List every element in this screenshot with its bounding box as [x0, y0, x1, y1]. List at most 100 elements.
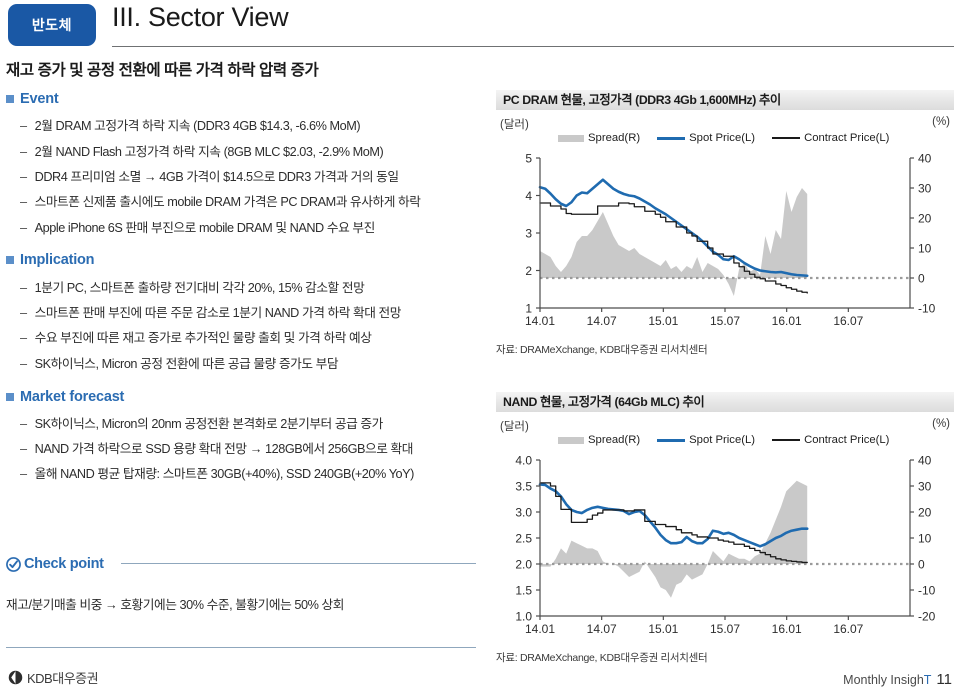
bullet-item: – Apple iPhone 6S 판매 부진으로 mobile DRAM 및 N…	[6, 215, 482, 240]
square-bullet-icon	[6, 95, 14, 103]
bullet-group: Event –2월 DRAM 고정가격 하락 지속 (DDR3 4GB $14.3…	[6, 91, 482, 240]
chart-title: NAND 현물, 고정가격 (64Gb MLC) 추이	[496, 392, 954, 412]
publication-accent: T	[923, 673, 932, 687]
chart-title: PC DRAM 현물, 고정가격 (DDR3 4Gb 1,600MHz) 추이	[496, 90, 954, 110]
sector-badge: 반도체	[8, 4, 96, 46]
bullet-item: – NAND 가격 하락으로 SSD 용량 확대 전망 → 128GB에서 256…	[6, 437, 482, 462]
chart-source: 자료: DRAMeXchange, KDB대우증권 리서치센터	[496, 344, 708, 356]
company-logo-text: KDB대우증권	[27, 671, 99, 686]
bullet-item-text: 2월 DRAM 고정가격 하락 지속 (DDR3 4GB $14.3, -6.6…	[34, 119, 361, 134]
check-point-text: 재고/분기매출 비중 → 호황기에는 30% 수준, 불황기에는 50% 상회	[6, 598, 344, 612]
bullet-item-text: 2월 NAND Flash 고정가격 하락 지속 (8GB MLC $2.03,…	[34, 144, 384, 159]
x-tick-label: 14.01	[525, 314, 555, 328]
dash-bullet-icon: –	[20, 306, 27, 321]
bullet-group-heading: Implication	[6, 252, 482, 268]
y2-tick-label: 30	[918, 182, 932, 196]
spread-area	[540, 480, 808, 598]
y2-tick-label: -10	[918, 302, 936, 316]
x-tick-label: 14.07	[587, 314, 617, 328]
headline: 재고 증가 및 공정 전환에 따른 가격 하락 압력 증가	[6, 62, 319, 79]
bullet-groups: Event –2월 DRAM 고정가격 하락 지속 (DDR3 4GB $14.3…	[6, 91, 482, 487]
x-tick-label: 15.01	[648, 314, 678, 328]
x-tick-label: 14.07	[587, 622, 617, 636]
chart-nand: NAND 현물, 고정가격 (64Gb MLC) 추이 (달러) (%) Spr…	[496, 392, 954, 665]
y2-tick-label: 10	[918, 532, 932, 546]
dash-bullet-icon: –	[20, 119, 27, 134]
x-tick-label: 16.07	[833, 622, 863, 636]
dash-bullet-icon: –	[20, 280, 27, 295]
square-bullet-icon	[6, 256, 14, 265]
bullet-item: – SK하이닉스, Micron의 20nm 공정전환 본격화로 2분기부터 공급…	[6, 412, 482, 437]
bullet-group-heading: Event	[6, 91, 482, 107]
y-tick-label: 2.0	[515, 558, 532, 572]
y2-tick-label: 40	[918, 454, 932, 468]
bullet-item: –2월 NAND Flash 고정가격 하락 지속 (8GB MLC $2.03…	[6, 139, 482, 164]
check-point-label: Check point	[24, 556, 104, 572]
bullet-item-text: Apple iPhone 6S 판매 부진으로 mobile DRAM 및 NA…	[34, 220, 376, 235]
page-footer: Monthly InsighT 11	[843, 671, 952, 688]
dash-bullet-icon: –	[20, 195, 27, 210]
bullet-item-text: NAND 가격 하락으로 SSD 용량 확대 전망 → 128GB에서 256G…	[34, 442, 414, 457]
bullet-item-text: 올해 NAND 평균 탑재량: 스마트폰 30GB(+40%), SSD 240…	[34, 467, 415, 482]
spread-area	[540, 188, 808, 296]
dash-bullet-icon: –	[20, 356, 27, 371]
page-title: III. Sector View	[112, 2, 289, 32]
bullet-item-text: 1분기 PC, 스마트폰 출하량 전기대비 각각 20%, 15% 감소할 전망	[34, 280, 365, 295]
check-point-header: Check point	[6, 556, 476, 572]
y2-tick-label: 0	[918, 272, 925, 286]
y-tick-label: 2.5	[515, 532, 532, 546]
y2-tick-label: 10	[918, 242, 932, 256]
slide-page: 반도체 III. Sector View 재고 증가 및 공정 전환에 따른 가…	[0, 0, 960, 694]
kdb-mark-icon	[8, 670, 23, 685]
check-point-bottom-rule	[6, 647, 476, 648]
x-tick-label: 15.01	[648, 622, 678, 636]
bullet-item: – 스마트폰 신제품 출시에도 mobile DRAM 가격은 PC DRAM과 …	[6, 190, 482, 215]
check-point-rule	[120, 562, 476, 564]
bullet-group-heading: Market forecast	[6, 389, 482, 405]
bullet-item-text: 스마트폰 판매 부진에 따른 주문 감소로 1분기 NAND 가격 하락 확대 …	[34, 306, 402, 321]
spot-price-line	[538, 483, 809, 548]
y2-tick-label: 30	[918, 480, 932, 494]
dash-bullet-icon: –	[20, 220, 27, 235]
company-logo: KDB대우증권	[8, 668, 99, 687]
check-point-section: Check point 재고/분기매출 비중 → 호황기에는 30% 수준, 불…	[6, 556, 476, 648]
bullet-group: Implication –1분기 PC, 스마트폰 출하량 전기대비 각각 20%…	[6, 252, 482, 376]
y-tick-label: 3.0	[515, 506, 532, 520]
bullet-item-text: SK하이닉스, Micron 공정 전환에 따른 공급 물량 증가도 부담	[34, 356, 339, 371]
bullet-item: – 올해 NAND 평균 탑재량: 스마트폰 30GB(+40%), SSD 24…	[6, 462, 482, 487]
bullet-item: – 스마트폰 판매 부진에 따른 주문 감소로 1분기 NAND 가격 하락 확대…	[6, 301, 482, 326]
chart-pc-dram: PC DRAM 현물, 고정가격 (DDR3 4Gb 1,600MHz) 추이 …	[496, 90, 954, 357]
dash-bullet-icon: –	[20, 442, 27, 457]
left-content-column: 재고 증가 및 공정 전환에 따른 가격 하락 압력 증가 Event –2월 D…	[6, 58, 482, 489]
x-tick-label: 15.07	[710, 314, 740, 328]
bullet-group-heading-label: Market forecast	[20, 388, 125, 405]
bullet-item: – 수요 부진에 따른 재고 증가로 추가적인 물량 출회 및 가격 하락 예상	[6, 326, 482, 351]
bullet-item-text: 수요 부진에 따른 재고 증가로 추가적인 물량 출회 및 가격 하락 예상	[34, 331, 372, 346]
bullet-group: Market forecast – SK하이닉스, Micron의 20nm 공정전…	[6, 389, 482, 488]
y2-tick-label: 20	[918, 506, 932, 520]
x-tick-label: 14.01	[525, 622, 555, 636]
dash-bullet-icon: –	[20, 416, 27, 431]
bullet-item-text: SK하이닉스, Micron의 20nm 공정전환 본격화로 2분기부터 공급 …	[34, 416, 384, 431]
check-circle-icon	[6, 556, 21, 572]
y-tick-label: 5	[525, 152, 532, 166]
square-bullet-icon	[6, 392, 14, 401]
y2-tick-label: 0	[918, 558, 925, 572]
x-tick-label: 16.01	[772, 314, 802, 328]
y-tick-label: 2	[525, 264, 532, 278]
y-tick-label: 4	[525, 189, 532, 203]
dash-bullet-icon: –	[20, 467, 27, 482]
bullet-item-text: 스마트폰 신제품 출시에도 mobile DRAM 가격은 PC DRAM과 유…	[34, 195, 421, 210]
y-tick-label: 1.5	[515, 584, 532, 598]
dash-bullet-icon: –	[20, 144, 27, 159]
x-tick-label: 16.07	[833, 314, 863, 328]
dash-bullet-icon: –	[20, 331, 27, 346]
bullet-group-heading-label: Event	[20, 91, 59, 107]
dash-bullet-icon: –	[20, 169, 27, 184]
y-tick-label: 4.0	[515, 454, 532, 468]
x-tick-label: 16.01	[772, 622, 802, 636]
y-tick-label: 3	[525, 227, 532, 241]
x-tick-label: 15.07	[710, 622, 740, 636]
y2-tick-label: -20	[918, 610, 936, 624]
chart-plot: 1 2 3 4 5 -10 0 10 20 30 40 14.01 14.07 15.01 15.07 16.…	[496, 110, 954, 342]
